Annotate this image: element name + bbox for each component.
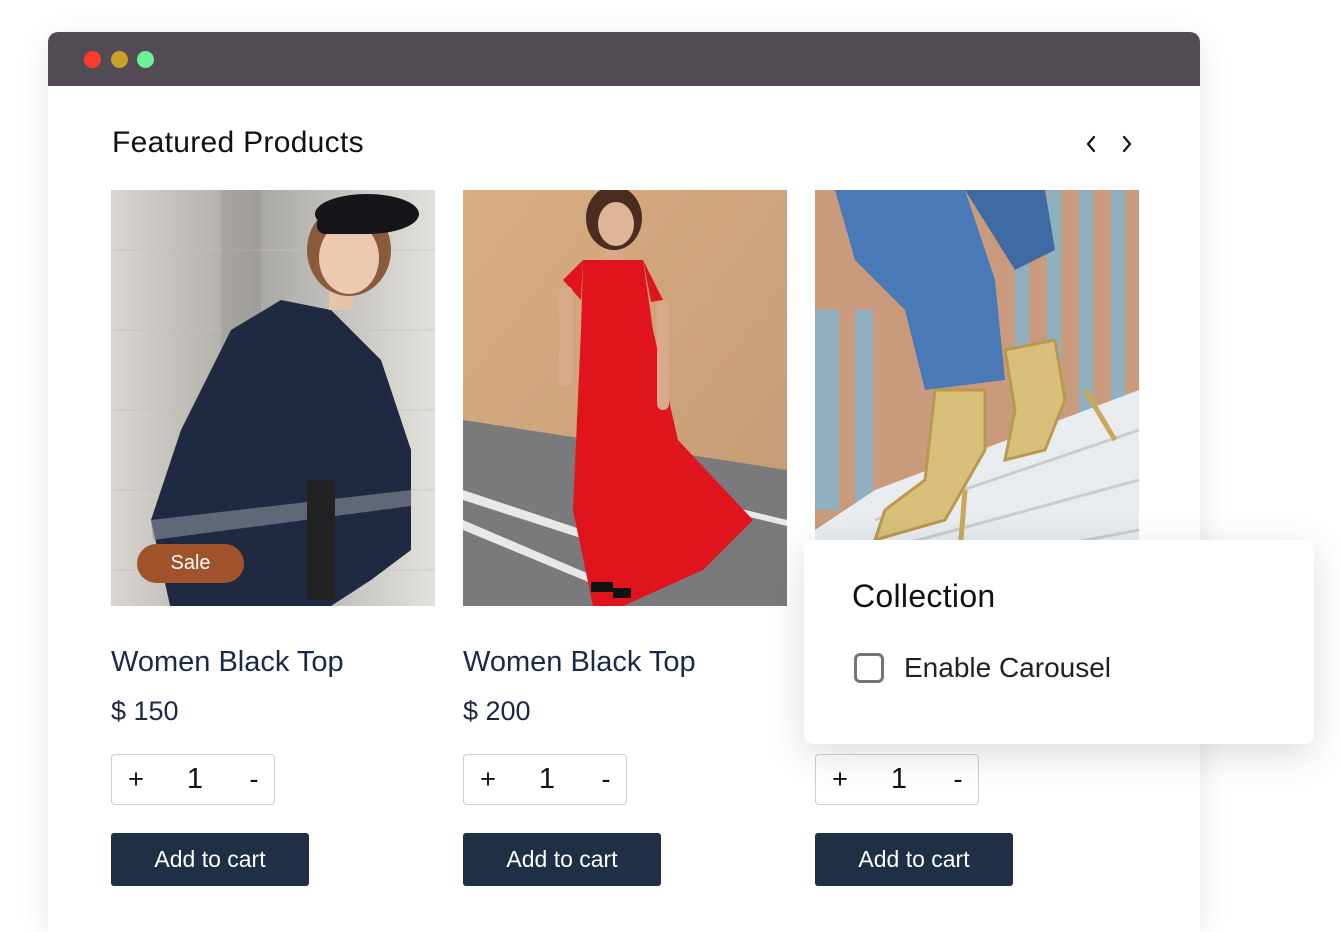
minimize-window-dot[interactable] [111, 51, 128, 68]
enable-carousel-checkbox[interactable] [854, 653, 884, 683]
decrement-button[interactable]: - [948, 766, 968, 793]
collection-settings-panel: Collection Enable Carousel [804, 540, 1314, 744]
product-card: Women Black Top $ 200 + 1 - Add to cart [463, 190, 787, 886]
close-window-dot[interactable] [84, 51, 101, 68]
product-card: Sale Women Black Top $ 150 + 1 - Add to … [111, 190, 435, 886]
window-titlebar [48, 32, 1200, 86]
quantity-value[interactable]: 1 [891, 763, 907, 796]
product-image[interactable] [463, 190, 787, 606]
add-to-cart-button[interactable]: Add to cart [463, 833, 661, 886]
product-name[interactable]: Women Black Top [111, 646, 344, 679]
add-to-cart-button[interactable]: Add to cart [111, 833, 309, 886]
section-title: Featured Products [112, 126, 364, 159]
increment-button[interactable]: + [478, 766, 498, 793]
maximize-window-dot[interactable] [137, 51, 154, 68]
enable-carousel-label[interactable]: Enable Carousel [904, 652, 1111, 684]
increment-button[interactable]: + [126, 766, 146, 793]
quantity-stepper: + 1 - [815, 754, 979, 805]
quantity-value[interactable]: 1 [187, 763, 203, 796]
product-price: $ 150 [111, 696, 179, 726]
chevron-left-icon [1086, 135, 1096, 153]
quantity-value[interactable]: 1 [539, 763, 555, 796]
carousel-next-button[interactable] [1115, 132, 1139, 156]
product-price: $ 200 [463, 696, 531, 726]
enable-carousel-option[interactable]: Enable Carousel [854, 652, 1111, 684]
carousel-prev-button[interactable] [1079, 132, 1103, 156]
increment-button[interactable]: + [830, 766, 850, 793]
browser-window: Featured Products Sale Women Black Top $… [48, 32, 1200, 932]
chevron-right-icon [1122, 135, 1132, 153]
quantity-stepper: + 1 - [111, 754, 275, 805]
product-image[interactable]: Sale [111, 190, 435, 606]
sale-badge: Sale [137, 544, 244, 583]
woman-red-dress-photo [463, 190, 787, 606]
quantity-stepper: + 1 - [463, 754, 627, 805]
panel-title: Collection [852, 578, 996, 614]
product-name[interactable]: Women Black Top [463, 646, 696, 679]
add-to-cart-button[interactable]: Add to cart [815, 833, 1013, 886]
decrement-button[interactable]: - [244, 766, 264, 793]
decrement-button[interactable]: - [596, 766, 616, 793]
